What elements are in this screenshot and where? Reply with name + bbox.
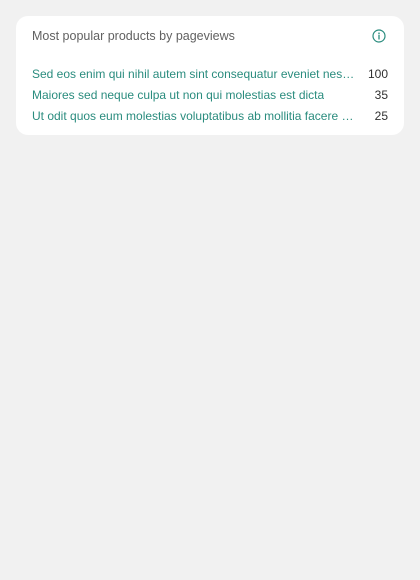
product-link[interactable]: Ut odit quos eum molestias voluptatibus … — [32, 109, 354, 123]
product-list: Sed eos enim qui nihil autem sint conseq… — [32, 63, 388, 126]
card-header: Most popular products by pageviews — [32, 16, 388, 56]
info-circle-icon — [372, 29, 386, 43]
pageview-count: 35 — [374, 87, 388, 102]
pageview-count: 25 — [374, 108, 388, 123]
card-title: Most popular products by pageviews — [32, 29, 235, 43]
product-link[interactable]: Sed eos enim qui nihil autem sint conseq… — [32, 67, 354, 81]
list-item: Maiores sed neque culpa ut non qui moles… — [32, 84, 388, 105]
popular-products-card: Most popular products by pageviews Sed e… — [16, 16, 404, 135]
list-item: Sed eos enim qui nihil autem sint conseq… — [32, 63, 388, 84]
list-item: Ut odit quos eum molestias voluptatibus … — [32, 105, 388, 126]
product-link[interactable]: Maiores sed neque culpa ut non qui moles… — [32, 88, 324, 102]
info-icon[interactable] — [372, 29, 386, 43]
pageview-count: 100 — [367, 66, 388, 81]
